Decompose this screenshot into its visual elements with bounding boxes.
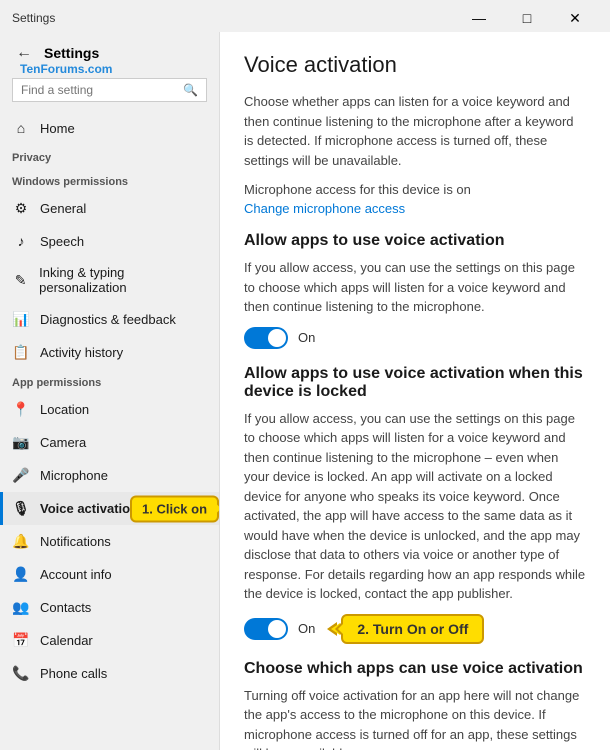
toggle-locked[interactable] <box>244 618 288 640</box>
sidebar-item-voice[interactable]: 🎙 Voice activation 1. Click on <box>0 492 219 525</box>
main-content: Voice activation Choose whether apps can… <box>220 32 610 750</box>
sidebar-item-label: Phone calls <box>40 666 107 681</box>
privacy-section-label: Privacy <box>0 144 219 168</box>
sidebar-item-home[interactable]: ⌂ Home <box>0 112 219 144</box>
sidebar-item-label: Notifications <box>40 534 111 549</box>
sidebar-item-activity[interactable]: 📋 Activity history <box>0 336 219 369</box>
microphone-icon: 🎤 <box>12 467 30 484</box>
sidebar-item-label: Voice activation <box>40 501 138 516</box>
notifications-icon: 🔔 <box>12 533 30 550</box>
click-on-callout: 1. Click on <box>130 495 219 522</box>
turn-on-off-callout: 2. Turn On or Off <box>341 614 484 644</box>
diagnostics-icon: 📊 <box>12 311 30 328</box>
toggle-row-allow-voice: On <box>244 327 586 349</box>
sidebar-item-label: Home <box>40 121 75 136</box>
sidebar-item-speech[interactable]: ♪ Speech <box>0 225 219 257</box>
section-title-allow-voice: Allow apps to use voice activation <box>244 232 586 250</box>
mic-link[interactable]: Change microphone access <box>244 201 405 216</box>
general-icon: ⚙ <box>12 200 30 217</box>
sidebar-item-calendar[interactable]: 📅 Calendar <box>0 624 219 657</box>
turn-callout-container: 2. Turn On or Off <box>341 614 484 644</box>
sidebar-item-label: Account info <box>40 567 112 582</box>
title-bar-title: Settings <box>12 11 55 25</box>
sidebar-item-microphone[interactable]: 🎤 Microphone <box>0 459 219 492</box>
sidebar: ← Settings TenForums.com 🔍 ⌂ Home Privac… <box>0 32 220 750</box>
sidebar-item-label: Activity history <box>40 345 123 360</box>
toggle-allow-voice[interactable] <box>244 327 288 349</box>
close-button[interactable]: ✕ <box>552 4 598 32</box>
camera-icon: 📷 <box>12 434 30 451</box>
choose-apps-desc: Turning off voice activation for an app … <box>244 686 586 750</box>
sidebar-item-label: General <box>40 201 86 216</box>
toggle-knob <box>268 329 286 347</box>
windows-permissions-label: Windows permissions <box>0 168 219 192</box>
sidebar-item-phonecalls[interactable]: 📞 Phone calls <box>0 657 219 690</box>
sidebar-item-label: Contacts <box>40 600 91 615</box>
activity-icon: 📋 <box>12 344 30 361</box>
voice-icon: 🎙 <box>12 500 30 517</box>
sidebar-item-location[interactable]: 📍 Location <box>0 393 219 426</box>
search-icon: 🔍 <box>183 83 198 97</box>
minimize-button[interactable]: — <box>456 4 502 32</box>
title-bar-controls: — □ ✕ <box>456 4 598 32</box>
toggle-label-allow-voice: On <box>298 330 315 345</box>
maximize-button[interactable]: □ <box>504 4 550 32</box>
sidebar-item-camera[interactable]: 📷 Camera <box>0 426 219 459</box>
calendar-icon: 📅 <box>12 632 30 649</box>
home-icon: ⌂ <box>12 120 30 136</box>
inking-icon: ✎ <box>12 272 29 289</box>
sidebar-header: ← Settings <box>0 32 219 74</box>
sidebar-item-account[interactable]: 👤 Account info <box>0 558 219 591</box>
toggle-row-locked: On 2. Turn On or Off <box>244 614 586 644</box>
sidebar-item-label: Camera <box>40 435 86 450</box>
mic-status: Microphone access for this device is on <box>244 182 586 197</box>
sidebar-item-inking[interactable]: ✎ Inking & typing personalization <box>0 257 219 303</box>
title-bar: Settings — □ ✕ <box>0 0 610 32</box>
sidebar-item-label: Calendar <box>40 633 93 648</box>
contacts-icon: 👥 <box>12 599 30 616</box>
title-bar-left: Settings <box>12 11 55 25</box>
app-permissions-label: App permissions <box>0 369 219 393</box>
sidebar-item-label: Inking & typing personalization <box>39 265 207 295</box>
main-description: Choose whether apps can listen for a voi… <box>244 92 586 170</box>
phonecalls-icon: 📞 <box>12 665 30 682</box>
choose-apps-title: Choose which apps can use voice activati… <box>244 660 586 678</box>
toggle-label-locked: On <box>298 621 315 636</box>
app-container: ← Settings TenForums.com 🔍 ⌂ Home Privac… <box>0 32 610 750</box>
account-icon: 👤 <box>12 566 30 583</box>
toggle-knob-locked <box>268 620 286 638</box>
sidebar-item-label: Location <box>40 402 89 417</box>
sidebar-back-button[interactable]: ← <box>12 42 36 64</box>
sidebar-item-general[interactable]: ⚙ General <box>0 192 219 225</box>
search-input[interactable] <box>21 83 177 97</box>
section-desc-allow-voice: If you allow access, you can use the set… <box>244 258 586 317</box>
sidebar-item-diagnostics[interactable]: 📊 Diagnostics & feedback <box>0 303 219 336</box>
sidebar-item-contacts[interactable]: 👥 Contacts <box>0 591 219 624</box>
sidebar-item-label: Diagnostics & feedback <box>40 312 176 327</box>
sidebar-item-notifications[interactable]: 🔔 Notifications <box>0 525 219 558</box>
page-title: Voice activation <box>244 52 586 78</box>
speech-icon: ♪ <box>12 233 30 249</box>
sidebar-title: Settings <box>44 45 99 61</box>
location-icon: 📍 <box>12 401 30 418</box>
sidebar-search[interactable]: 🔍 <box>12 78 207 102</box>
sidebar-item-label: Speech <box>40 234 84 249</box>
section-desc-locked: If you allow access, you can use the set… <box>244 409 586 604</box>
sidebar-item-label: Microphone <box>40 468 108 483</box>
section-title-locked: Allow apps to use voice activation when … <box>244 365 586 401</box>
